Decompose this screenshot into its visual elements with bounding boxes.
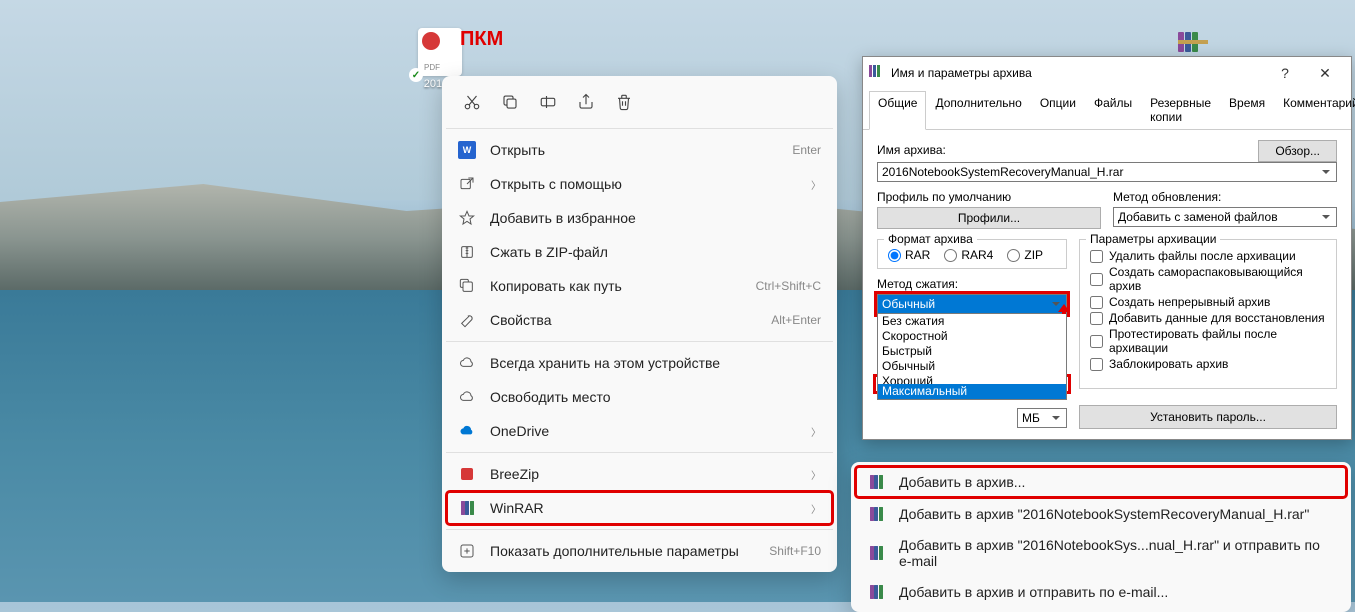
menu-breezip[interactable]: BreeZip 〉 <box>446 457 833 491</box>
submenu-add-email[interactable]: Добавить в архив "2016NotebookSys...nual… <box>855 530 1347 576</box>
menu-free-space[interactable]: Освободить место <box>446 380 833 414</box>
winrar-desktop-icon <box>1178 32 1208 56</box>
winrar-icon <box>867 473 885 491</box>
menu-onedrive[interactable]: OneDrive 〉 <box>446 414 833 448</box>
winrar-icon <box>867 544 885 562</box>
dialog-title: Имя и параметры архива <box>891 66 1265 80</box>
zip-icon <box>458 243 476 261</box>
check-delete[interactable]: Удалить файлы после архивации <box>1090 248 1326 264</box>
wrench-icon <box>458 311 476 329</box>
menu-more-options[interactable]: Показать дополнительные параметры Shift+… <box>446 534 833 568</box>
cloud-check-icon <box>458 354 476 372</box>
archive-name-label: Имя архива: <box>877 143 1252 157</box>
menu-open[interactable]: W Открыть Enter <box>446 133 833 167</box>
copy-path-icon <box>458 277 476 295</box>
star-icon <box>458 209 476 227</box>
opt-fast[interactable]: Быстрый <box>878 344 1066 359</box>
archive-name-input[interactable]: 2016NotebookSystemRecoveryManual_H.rar <box>877 162 1337 182</box>
menu-copy-path[interactable]: Копировать как путь Ctrl+Shift+C <box>446 269 833 303</box>
open-with-icon <box>458 175 476 193</box>
winrar-icon <box>458 499 476 517</box>
pdf-icon <box>418 28 462 76</box>
update-method-combo[interactable]: Добавить с заменой файлов <box>1113 207 1337 227</box>
submenu-add-to-named[interactable]: Добавить в архив "2016NotebookSystemReco… <box>855 498 1347 530</box>
check-solid[interactable]: Создать непрерывный архив <box>1090 294 1326 310</box>
annotation-pkm: ПКМ <box>460 28 503 51</box>
compression-method-label: Метод сжатия: <box>877 277 1067 291</box>
menu-winrar[interactable]: WinRAR 〉 <box>446 491 833 525</box>
tab-comment[interactable]: Комментарий <box>1274 91 1355 129</box>
profiles-button[interactable]: Профили... <box>877 207 1101 229</box>
opt-fastest[interactable]: Скоростной <box>878 329 1066 344</box>
chevron-right-icon: 〉 <box>811 501 821 516</box>
format-groupbox: Формат архива RAR RAR4 ZIP <box>877 239 1067 269</box>
rename-button[interactable] <box>530 84 566 120</box>
size-unit-combo[interactable]: МБ <box>1017 408 1067 428</box>
opt-good[interactable]: Хороший <box>878 374 1066 384</box>
context-menu: W Открыть Enter Открыть с помощью 〉 Доба… <box>442 76 837 572</box>
winrar-icon <box>869 65 885 81</box>
dialog-tabs: Общие Дополнительно Опции Файлы Резервны… <box>863 89 1351 130</box>
update-method-label: Метод обновления: <box>1113 190 1337 204</box>
more-options-icon <box>458 542 476 560</box>
chevron-right-icon: 〉 <box>811 467 821 482</box>
winrar-submenu: Добавить в архив... Добавить в архив "20… <box>851 462 1351 612</box>
delete-button[interactable] <box>606 84 642 120</box>
archiving-options-groupbox: Параметры архивации Удалить файлы после … <box>1079 239 1337 389</box>
tab-general[interactable]: Общие <box>869 91 926 130</box>
submenu-add-email2[interactable]: Добавить в архив и отправить по e-mail..… <box>855 576 1347 608</box>
check-lock[interactable]: Заблокировать архив <box>1090 356 1326 372</box>
check-recovery[interactable]: Добавить данные для восстановления <box>1090 310 1326 326</box>
menu-open-with[interactable]: Открыть с помощью 〉 <box>446 167 833 201</box>
context-toolbar <box>446 80 833 124</box>
winrar-icon <box>867 583 885 601</box>
radio-rar[interactable]: RAR <box>888 248 930 262</box>
winrar-icon <box>867 505 885 523</box>
tab-files[interactable]: Файлы <box>1085 91 1141 129</box>
doc-icon: W <box>458 141 476 159</box>
compression-dropdown: Без сжатия Скоростной Быстрый Обычный Хо… <box>877 314 1067 400</box>
menu-properties[interactable]: Свойства Alt+Enter <box>446 303 833 337</box>
copy-button[interactable] <box>492 84 528 120</box>
onedrive-icon <box>458 422 476 440</box>
radio-rar4[interactable]: RAR4 <box>944 248 993 262</box>
browse-button[interactable]: Обзор... <box>1258 140 1337 162</box>
menu-compress-zip[interactable]: Сжать в ZIP-файл <box>446 235 833 269</box>
opt-no-compression[interactable]: Без сжатия <box>878 314 1066 329</box>
share-button[interactable] <box>568 84 604 120</box>
set-password-button[interactable]: Установить пароль... <box>1079 405 1337 429</box>
tab-backup[interactable]: Резервные копии <box>1141 91 1220 129</box>
check-test[interactable]: Протестировать файлы после архивации <box>1090 326 1326 356</box>
archive-dialog: Имя и параметры архива ? ✕ Общие Дополни… <box>862 56 1352 440</box>
compression-method-combo[interactable]: Обычный <box>877 294 1067 314</box>
opt-normal[interactable]: Обычный <box>878 359 1066 374</box>
tab-advanced[interactable]: Дополнительно <box>926 91 1030 129</box>
radio-zip[interactable]: ZIP <box>1007 248 1043 262</box>
submenu-add-to-archive[interactable]: Добавить в архив... <box>855 466 1347 498</box>
menu-favorite[interactable]: Добавить в избранное <box>446 201 833 235</box>
tab-options[interactable]: Опции <box>1031 91 1085 129</box>
dialog-titlebar: Имя и параметры архива ? ✕ <box>863 57 1351 89</box>
chevron-right-icon: 〉 <box>811 177 821 192</box>
chevron-right-icon: 〉 <box>811 424 821 439</box>
breezip-icon <box>458 465 476 483</box>
check-sfx[interactable]: Создать самораспаковывающийся архив <box>1090 264 1326 294</box>
tab-time[interactable]: Время <box>1220 91 1274 129</box>
profile-label: Профиль по умолчанию <box>877 190 1101 204</box>
help-button[interactable]: ? <box>1265 61 1305 85</box>
close-button[interactable]: ✕ <box>1305 61 1345 85</box>
cut-button[interactable] <box>454 84 490 120</box>
menu-keep-device[interactable]: Всегда хранить на этом устройстве <box>446 346 833 380</box>
opt-maximum[interactable]: Максимальный <box>878 384 1066 399</box>
cloud-icon <box>458 388 476 406</box>
sync-checkmark-icon <box>409 68 423 82</box>
